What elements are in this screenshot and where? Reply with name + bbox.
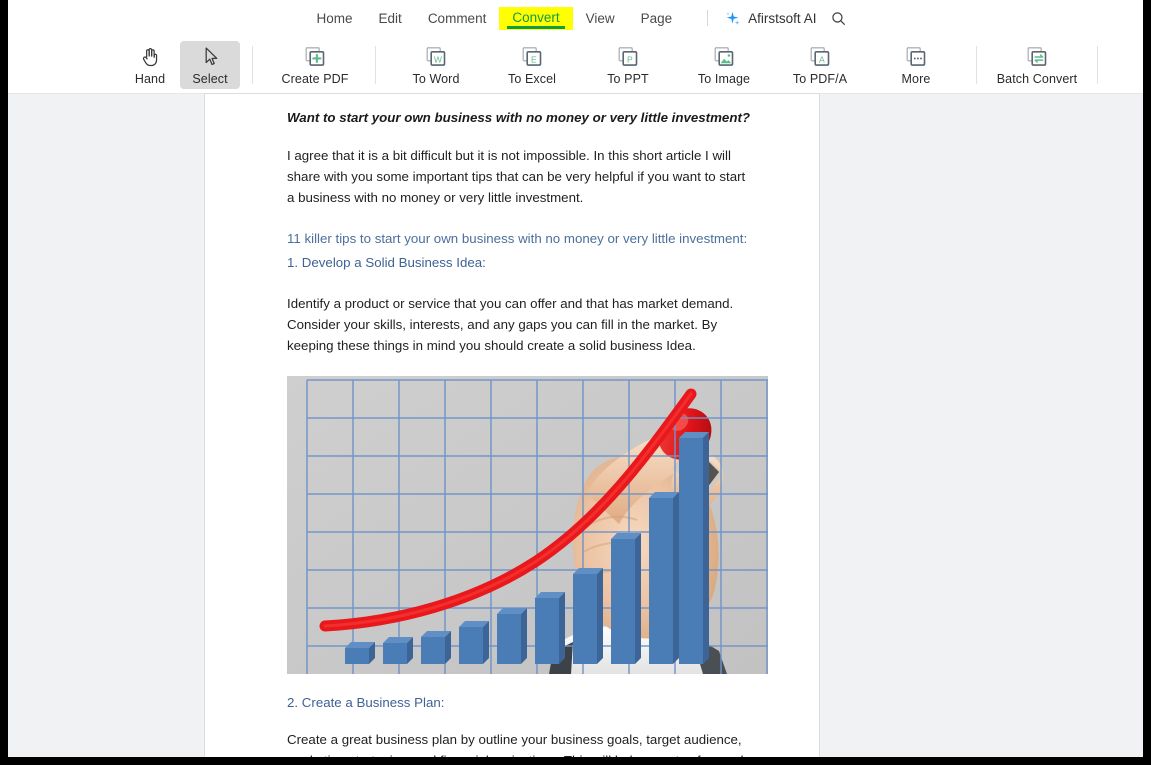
- document-paragraph-1: I agree that it is a bit difficult but i…: [287, 148, 746, 206]
- to-ppt-icon: P: [616, 45, 640, 69]
- bar-9: [649, 492, 679, 665]
- bar-2: [383, 637, 413, 665]
- sparkle-icon: [724, 10, 741, 27]
- to-word-icon: W: [424, 45, 448, 69]
- menu-bar: Home Edit Comment Convert View Page Afir…: [8, 0, 1143, 36]
- menu-tab-convert-label: Convert: [512, 9, 560, 25]
- toolbar-separator: [252, 45, 253, 84]
- menu-tab-list: Home Edit Comment Convert View Page Afir…: [304, 6, 848, 30]
- menu-tab-page[interactable]: Page: [628, 7, 686, 30]
- to-excel-icon: E: [520, 45, 544, 69]
- toolbar-separator-3: [976, 45, 977, 84]
- bar-10: [679, 432, 709, 665]
- tool-to-word-label: To Word: [412, 71, 460, 86]
- bar-3: [421, 631, 451, 665]
- document-heading: Want to start your own business with no …: [287, 110, 751, 125]
- tool-to-pdfa-label: To PDF/A: [792, 71, 848, 86]
- convert-toolbar: Hand Select Create PDF W To Word E To Ex…: [8, 36, 1143, 93]
- tool-to-pdfa[interactable]: A To PDF/A: [772, 41, 868, 89]
- tool-batch-convert-label: Batch Convert: [996, 71, 1078, 86]
- to-image-icon: [712, 45, 736, 69]
- tool-batch-convert[interactable]: Batch Convert: [989, 41, 1085, 89]
- svg-text:W: W: [434, 54, 443, 64]
- document-subheading-2: 2. Create a Business Plan:: [287, 695, 445, 711]
- bar-1: [345, 642, 375, 665]
- cursor-arrow-icon: [199, 45, 222, 69]
- svg-text:E: E: [531, 54, 537, 64]
- ai-assistant-button[interactable]: Afirstsoft AI: [724, 10, 816, 27]
- tool-more-label: More: [901, 71, 931, 86]
- more-dots-icon: [904, 45, 928, 69]
- hand-icon: [139, 45, 162, 69]
- menu-tab-comment[interactable]: Comment: [415, 7, 500, 30]
- growth-chart-graphic: [287, 376, 768, 675]
- tool-select-label: Select: [192, 71, 228, 86]
- tool-create-pdf-label: Create PDF: [281, 71, 349, 86]
- menu-tab-comment-label: Comment: [427, 10, 487, 26]
- document-paragraph-2: Identify a product or service that you c…: [287, 296, 734, 354]
- toolbar-separator-4: [1097, 45, 1098, 84]
- tool-to-ppt[interactable]: P To PPT: [580, 41, 676, 89]
- svg-text:A: A: [819, 54, 825, 64]
- menu-tab-home-label: Home: [316, 10, 353, 26]
- pdf-page[interactable]: Want to start your own business with no …: [205, 94, 819, 757]
- menu-tab-edit[interactable]: Edit: [366, 7, 415, 30]
- menu-tab-convert[interactable]: Convert: [499, 6, 573, 30]
- menu-tab-page-label: Page: [640, 10, 673, 26]
- document-workspace[interactable]: Want to start your own business with no …: [8, 93, 1143, 757]
- menu-tab-home[interactable]: Home: [304, 7, 366, 30]
- menu-tab-edit-label: Edit: [378, 10, 402, 26]
- menu-divider: [707, 10, 709, 26]
- svg-text:P: P: [627, 54, 633, 64]
- application-window: Home Edit Comment Convert View Page Afir…: [8, 0, 1143, 757]
- batch-convert-icon: [1025, 45, 1049, 69]
- tool-hand[interactable]: Hand: [120, 41, 180, 89]
- document-paragraph-3: Create a great business plan by outline …: [287, 732, 744, 757]
- tool-more[interactable]: More: [868, 41, 964, 89]
- create-pdf-icon: [303, 45, 327, 69]
- tool-to-image[interactable]: To Image: [676, 41, 772, 89]
- menu-tab-view[interactable]: View: [573, 7, 628, 30]
- embedded-growth-chart-image[interactable]: [287, 376, 768, 675]
- search-icon[interactable]: [816, 10, 847, 27]
- document-subheading-1: 1. Develop a Solid Business Idea:: [287, 255, 486, 271]
- bar-7: [573, 568, 603, 665]
- tool-to-word[interactable]: W To Word: [388, 41, 484, 89]
- bar-5: [497, 608, 527, 665]
- tool-to-excel[interactable]: E To Excel: [484, 41, 580, 89]
- toolbar-separator-2: [375, 45, 376, 84]
- tool-select[interactable]: Select: [180, 40, 240, 89]
- page-content: Want to start your own business with no …: [287, 108, 768, 757]
- tool-to-ppt-label: To PPT: [607, 71, 649, 86]
- tool-create-pdf[interactable]: Create PDF: [267, 41, 363, 89]
- to-pdfa-icon: A: [808, 45, 832, 69]
- bar-6: [535, 592, 565, 665]
- ai-assistant-label: Afirstsoft AI: [748, 10, 817, 26]
- tool-hand-label: Hand: [134, 71, 166, 86]
- bar-4: [459, 621, 489, 665]
- tool-to-image-label: To Image: [697, 71, 751, 86]
- active-tab-underline: [507, 26, 565, 29]
- bar-8: [611, 533, 641, 665]
- document-link-line[interactable]: 11 killer tips to start your own busines…: [287, 228, 752, 249]
- menu-tab-view-label: View: [585, 10, 615, 26]
- tool-to-excel-label: To Excel: [507, 71, 557, 86]
